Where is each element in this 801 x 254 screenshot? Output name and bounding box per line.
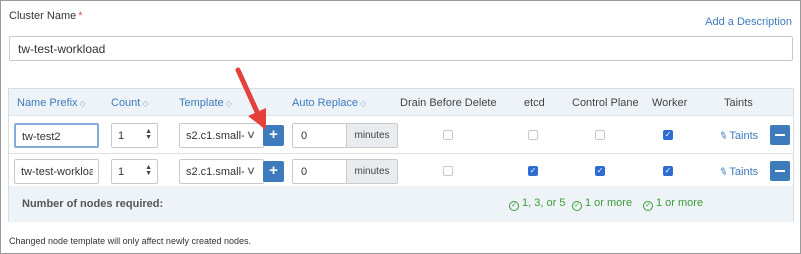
auto-replace-input[interactable]: 0 minutes: [292, 159, 398, 184]
col-taints: Taints: [724, 97, 753, 109]
col-control-plane: Control Plane: [572, 97, 639, 109]
worker-requirement: ✓ 1 or more: [643, 197, 703, 211]
col-count[interactable]: Count ◇: [111, 97, 149, 109]
col-name-prefix[interactable]: Name Prefix ◇: [17, 97, 86, 109]
check-circle-icon: ✓: [509, 201, 519, 211]
stepper-icon[interactable]: ▲ ▼: [145, 128, 152, 141]
col-template[interactable]: Template ◇: [179, 97, 232, 109]
template-change-note: Changed node template will only affect n…: [9, 236, 251, 246]
drain-checkbox[interactable]: [443, 166, 453, 176]
table-header: Name Prefix ◇ Count ◇ Template ◇ Auto Repla…: [9, 89, 793, 116]
count-input[interactable]: 1 ▲ ▼: [111, 159, 158, 184]
row-divider: [9, 153, 793, 154]
col-worker: Worker: [652, 97, 688, 109]
minutes-addon: minutes: [346, 124, 397, 147]
pencil-icon: ✎: [717, 129, 730, 144]
required-marker: *: [78, 10, 83, 22]
etcd-requirement: ✓ 1, 3, or 5: [509, 197, 565, 211]
minutes-addon: minutes: [346, 160, 397, 183]
worker-checkbox[interactable]: ✓: [663, 166, 673, 176]
add-template-button[interactable]: +: [263, 161, 284, 182]
cluster-name-label: Cluster Name *: [9, 10, 83, 22]
col-auto-replace[interactable]: Auto Replace ◇: [292, 97, 366, 109]
name-prefix-input[interactable]: tw-test2: [14, 123, 99, 148]
control-plane-checkbox[interactable]: ✓: [595, 166, 605, 176]
template-select[interactable]: s2.c1.small- ∨: [179, 159, 264, 184]
sort-icon: ◇: [360, 99, 367, 108]
worker-checkbox[interactable]: ✓: [663, 130, 673, 140]
sort-icon: ◇: [225, 99, 232, 108]
name-prefix-input[interactable]: tw-test-workload-: [14, 159, 99, 184]
drain-checkbox[interactable]: [443, 130, 453, 140]
control-plane-checkbox[interactable]: [595, 130, 605, 140]
stepper-icon[interactable]: ▲ ▼: [145, 164, 152, 177]
taints-link[interactable]: ✎Taints: [717, 165, 758, 180]
auto-replace-input[interactable]: 0 minutes: [292, 123, 398, 148]
remove-pool-button[interactable]: [770, 161, 790, 181]
nodes-required-footer: Number of nodes required: ✓ 1, 3, or 5 ✓ 1…: [9, 186, 793, 222]
count-input[interactable]: 1 ▲ ▼: [111, 123, 158, 148]
chevron-down-icon: ∨: [245, 165, 257, 177]
pencil-icon: ✎: [717, 165, 730, 180]
template-select[interactable]: s2.c1.small- ∨: [179, 123, 264, 148]
cluster-name-input[interactable]: [9, 36, 793, 61]
etcd-checkbox[interactable]: ✓: [528, 166, 538, 176]
remove-pool-button[interactable]: [770, 125, 790, 145]
cluster-form-panel: Cluster Name* Add a Description Name Pre…: [0, 0, 801, 254]
col-drain: Drain Before Delete: [400, 97, 497, 109]
chevron-down-icon: ∨: [245, 129, 257, 141]
sort-icon: ◇: [79, 99, 86, 108]
add-template-button[interactable]: +: [263, 125, 284, 146]
control-plane-requirement: ✓ 1 or more: [572, 197, 632, 211]
check-circle-icon: ✓: [572, 201, 582, 211]
col-etcd: etcd: [524, 97, 545, 109]
taints-link[interactable]: ✎Taints: [717, 129, 758, 144]
check-circle-icon: ✓: [643, 201, 653, 211]
nodes-required-label: Number of nodes required:: [22, 198, 164, 210]
node-pools-table: Name Prefix ◇ Count ◇ Template ◇ Auto Repla…: [8, 88, 794, 222]
add-description-link[interactable]: Add a Description: [705, 16, 792, 28]
etcd-checkbox[interactable]: [528, 130, 538, 140]
sort-icon: ◇: [142, 99, 149, 108]
